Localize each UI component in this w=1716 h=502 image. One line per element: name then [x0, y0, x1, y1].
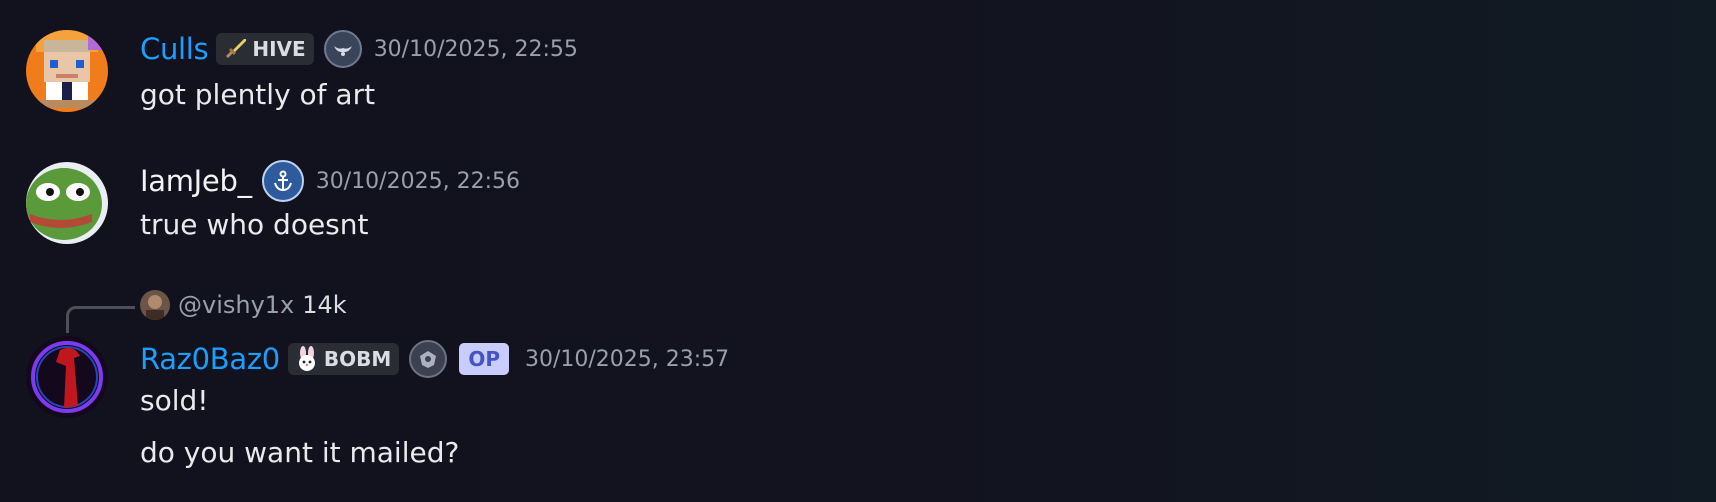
timestamp: 30/10/2025, 22:56 — [315, 168, 520, 194]
avatar-raz0baz0[interactable] — [26, 336, 108, 418]
pixel-avatar-icon — [26, 30, 108, 112]
author-name[interactable]: Raz0Baz0 — [140, 342, 280, 376]
avatar-iamjeb[interactable] — [26, 162, 108, 244]
reply-text: 14k — [302, 291, 347, 319]
anchor-icon[interactable] — [261, 160, 304, 202]
winged-emblem-icon[interactable] — [323, 30, 362, 68]
message-header: Culls HIVE 30/10/2025, 22:55 — [140, 30, 578, 68]
reply-connector — [66, 306, 135, 333]
guild-tag-label: BOBM — [323, 347, 392, 371]
message-header: IamJeb_ 30/10/2025, 22:56 — [140, 160, 520, 202]
guild-tag[interactable]: BOBM — [287, 343, 400, 375]
guild-tag-label: HIVE — [252, 37, 306, 61]
timestamp: 30/10/2025, 23:57 — [524, 346, 730, 372]
reply-avatar — [140, 290, 170, 320]
bunny-icon — [298, 346, 315, 371]
message-text: do you want it mailed? — [140, 436, 460, 469]
glow-avatar-icon — [26, 336, 108, 418]
message-header: Raz0Baz0 BOBM OP 30/10/2025, 23:57 — [140, 340, 729, 378]
guild-tag[interactable]: HIVE — [216, 33, 314, 65]
message-text: true who doesnt — [140, 208, 369, 241]
crest-icon[interactable] — [409, 340, 448, 378]
timestamp: 30/10/2025, 22:55 — [373, 36, 578, 62]
message-text: sold! — [140, 384, 209, 417]
author-name[interactable]: IamJeb_ — [140, 164, 252, 198]
op-badge: OP — [459, 343, 509, 375]
reply-preview[interactable]: @vishy1x 14k — [140, 290, 347, 320]
frog-avatar-icon — [26, 162, 108, 244]
avatar-culls[interactable] — [26, 30, 108, 112]
reply-username[interactable]: @vishy1x — [178, 291, 294, 319]
message-text: got plently of art — [140, 78, 376, 111]
author-name[interactable]: Culls — [140, 32, 209, 66]
sword-icon — [226, 39, 247, 58]
